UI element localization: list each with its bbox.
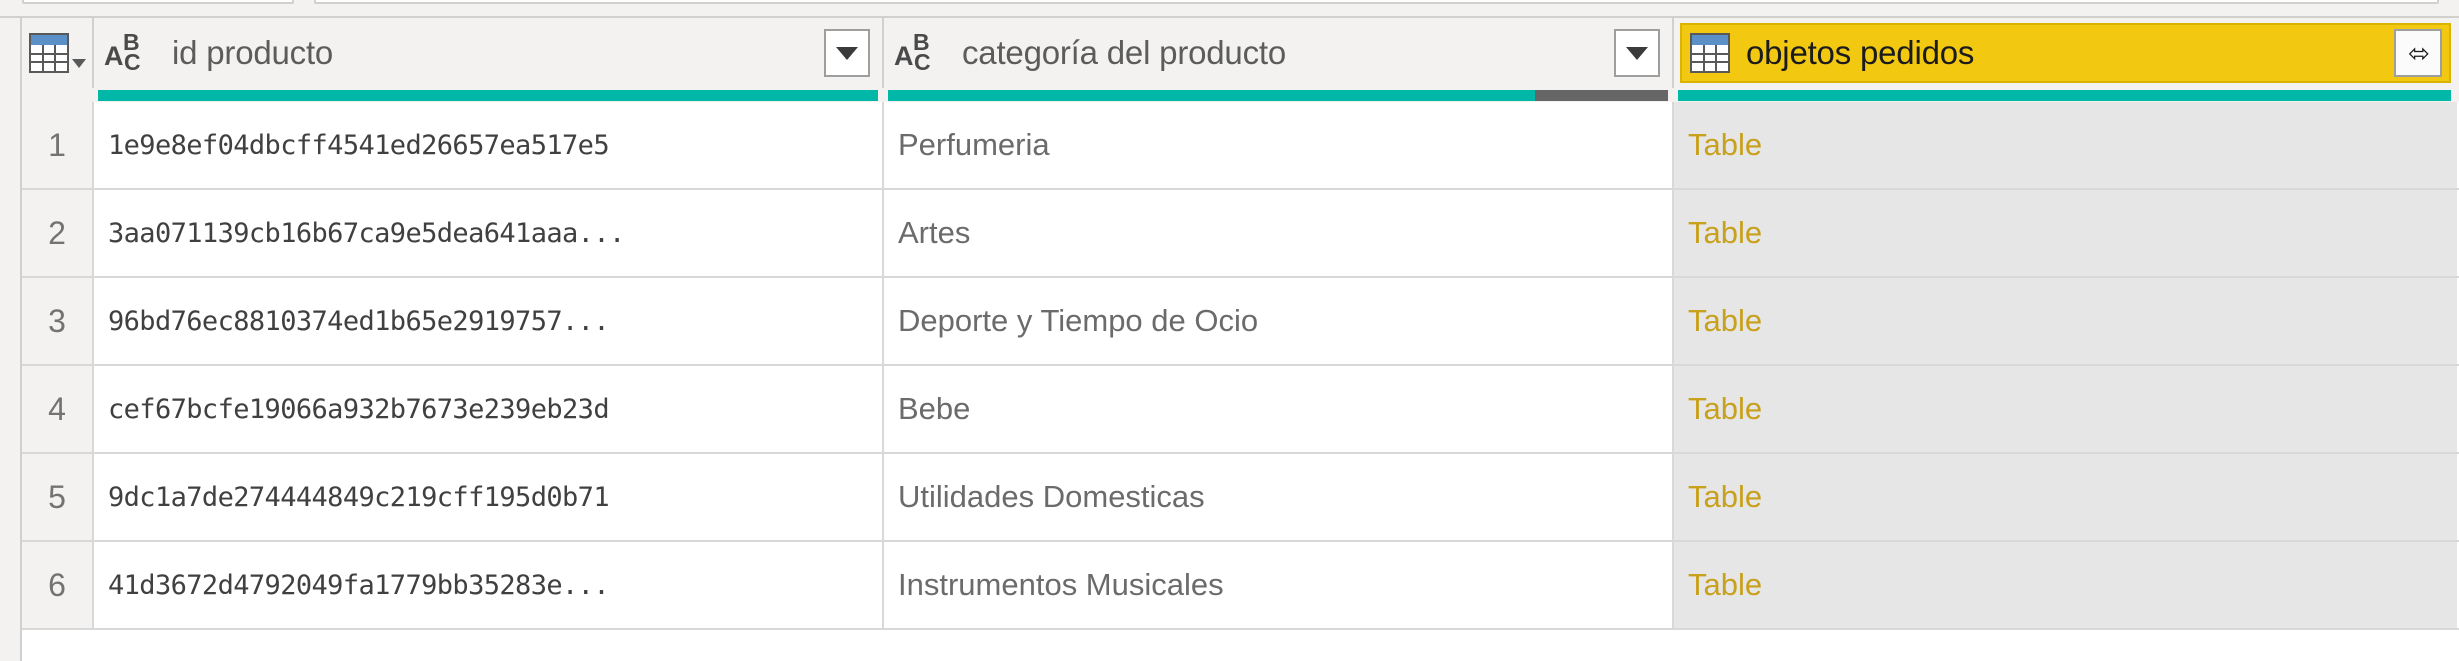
cell-objetos-pedidos[interactable]: Table: [1674, 278, 2457, 364]
cell-objetos-pedidos[interactable]: Table: [1674, 542, 2457, 628]
column-header-id-producto[interactable]: ABC id producto: [94, 18, 884, 88]
cell-objetos-pedidos[interactable]: Table: [1674, 366, 2457, 452]
table-row[interactable]: 3 96bd76ec8810374ed1b65e2919757... Depor…: [22, 278, 2459, 366]
formula-bar-left-box[interactable]: [22, 0, 294, 4]
grid-corner-header[interactable]: [22, 18, 94, 88]
abc-text-type-icon[interactable]: ABC: [104, 29, 156, 77]
table-row[interactable]: 2 3aa071139cb16b67ca9e5dea641aaa... Arte…: [22, 190, 2459, 278]
cell-categoria-del-producto[interactable]: Deporte y Tiempo de Ocio: [884, 278, 1674, 364]
selected-column-highlight[interactable]: objetos pedidos ⬄: [1680, 23, 2451, 83]
expand-column-button[interactable]: ⬄: [2394, 29, 2442, 77]
cell-categoria-del-producto[interactable]: Bebe: [884, 366, 1674, 452]
row-number: 4: [22, 366, 94, 452]
column-header-label: objetos pedidos: [1746, 34, 1975, 71]
row-number: 5: [22, 454, 94, 540]
table-row[interactable]: 5 9dc1a7de274444849c219cff195d0b71 Utili…: [22, 454, 2459, 542]
table-row[interactable]: 4 cef67bcfe19066a932b7673e239eb23d Bebe …: [22, 366, 2459, 454]
row-number: 3: [22, 278, 94, 364]
grid-left-rail: [0, 18, 22, 661]
column-header-objetos-pedidos[interactable]: objetos pedidos ⬄: [1674, 18, 2457, 88]
above-grid-strip: [0, 0, 2459, 16]
cell-objetos-pedidos[interactable]: Table: [1674, 102, 2457, 188]
formula-bar-right-box[interactable]: [314, 0, 2439, 4]
cell-id-producto[interactable]: 1e9e8ef04dbcff4541ed26657ea517e5: [94, 102, 884, 188]
cell-categoria-del-producto[interactable]: Utilidades Domesticas: [884, 454, 1674, 540]
filter-button-id-producto[interactable]: [824, 29, 870, 77]
cell-id-producto[interactable]: 96bd76ec8810374ed1b65e2919757...: [94, 278, 884, 364]
cell-objetos-pedidos[interactable]: Table: [1674, 190, 2457, 276]
column-header-label: id producto: [172, 34, 334, 71]
quality-bar-categoria-del-producto[interactable]: [884, 88, 1674, 102]
table-row[interactable]: 1 1e9e8ef04dbcff4541ed26657ea517e5 Perfu…: [22, 102, 2459, 190]
filter-button-categoria-del-producto[interactable]: [1614, 29, 1660, 77]
cell-objetos-pedidos[interactable]: Table: [1674, 454, 2457, 540]
table-row[interactable]: 6 41d3672d4792049fa1779bb35283e... Instr…: [22, 542, 2459, 630]
cell-id-producto[interactable]: 41d3672d4792049fa1779bb35283e...: [94, 542, 884, 628]
quality-bar-id-producto[interactable]: [94, 88, 884, 102]
cell-categoria-del-producto[interactable]: Instrumentos Musicales: [884, 542, 1674, 628]
chevron-down-icon: [836, 46, 858, 60]
cell-id-producto[interactable]: 9dc1a7de274444849c219cff195d0b71: [94, 454, 884, 540]
quality-bar-gutter: [22, 88, 94, 102]
table-corner-icon: [28, 33, 86, 73]
row-number: 2: [22, 190, 94, 276]
column-header-categoria-del-producto[interactable]: ABC categoría del producto: [884, 18, 1674, 88]
row-number: 6: [22, 542, 94, 628]
column-header-label: categoría del producto: [962, 34, 1286, 71]
chevron-down-icon: [1626, 46, 1648, 60]
column-quality-bar-row: [22, 88, 2459, 102]
row-number: 1: [22, 102, 94, 188]
cell-id-producto[interactable]: cef67bcfe19066a932b7673e239eb23d: [94, 366, 884, 452]
cell-id-producto[interactable]: 3aa071139cb16b67ca9e5dea641aaa...: [94, 190, 884, 276]
cell-categoria-del-producto[interactable]: Perfumeria: [884, 102, 1674, 188]
table-type-icon[interactable]: [1690, 33, 1730, 73]
abc-text-type-icon[interactable]: ABC: [894, 29, 946, 77]
expand-arrows-icon: ⬄: [2408, 38, 2430, 68]
grid-body: 1 1e9e8ef04dbcff4541ed26657ea517e5 Perfu…: [22, 102, 2459, 630]
cell-categoria-del-producto[interactable]: Artes: [884, 190, 1674, 276]
quality-bar-objetos-pedidos[interactable]: [1674, 88, 2457, 102]
data-grid: ABC id producto ABC categoría del produc…: [0, 16, 2459, 661]
grid-header-row: ABC id producto ABC categoría del produc…: [22, 18, 2459, 88]
chevron-down-icon: [71, 59, 86, 68]
